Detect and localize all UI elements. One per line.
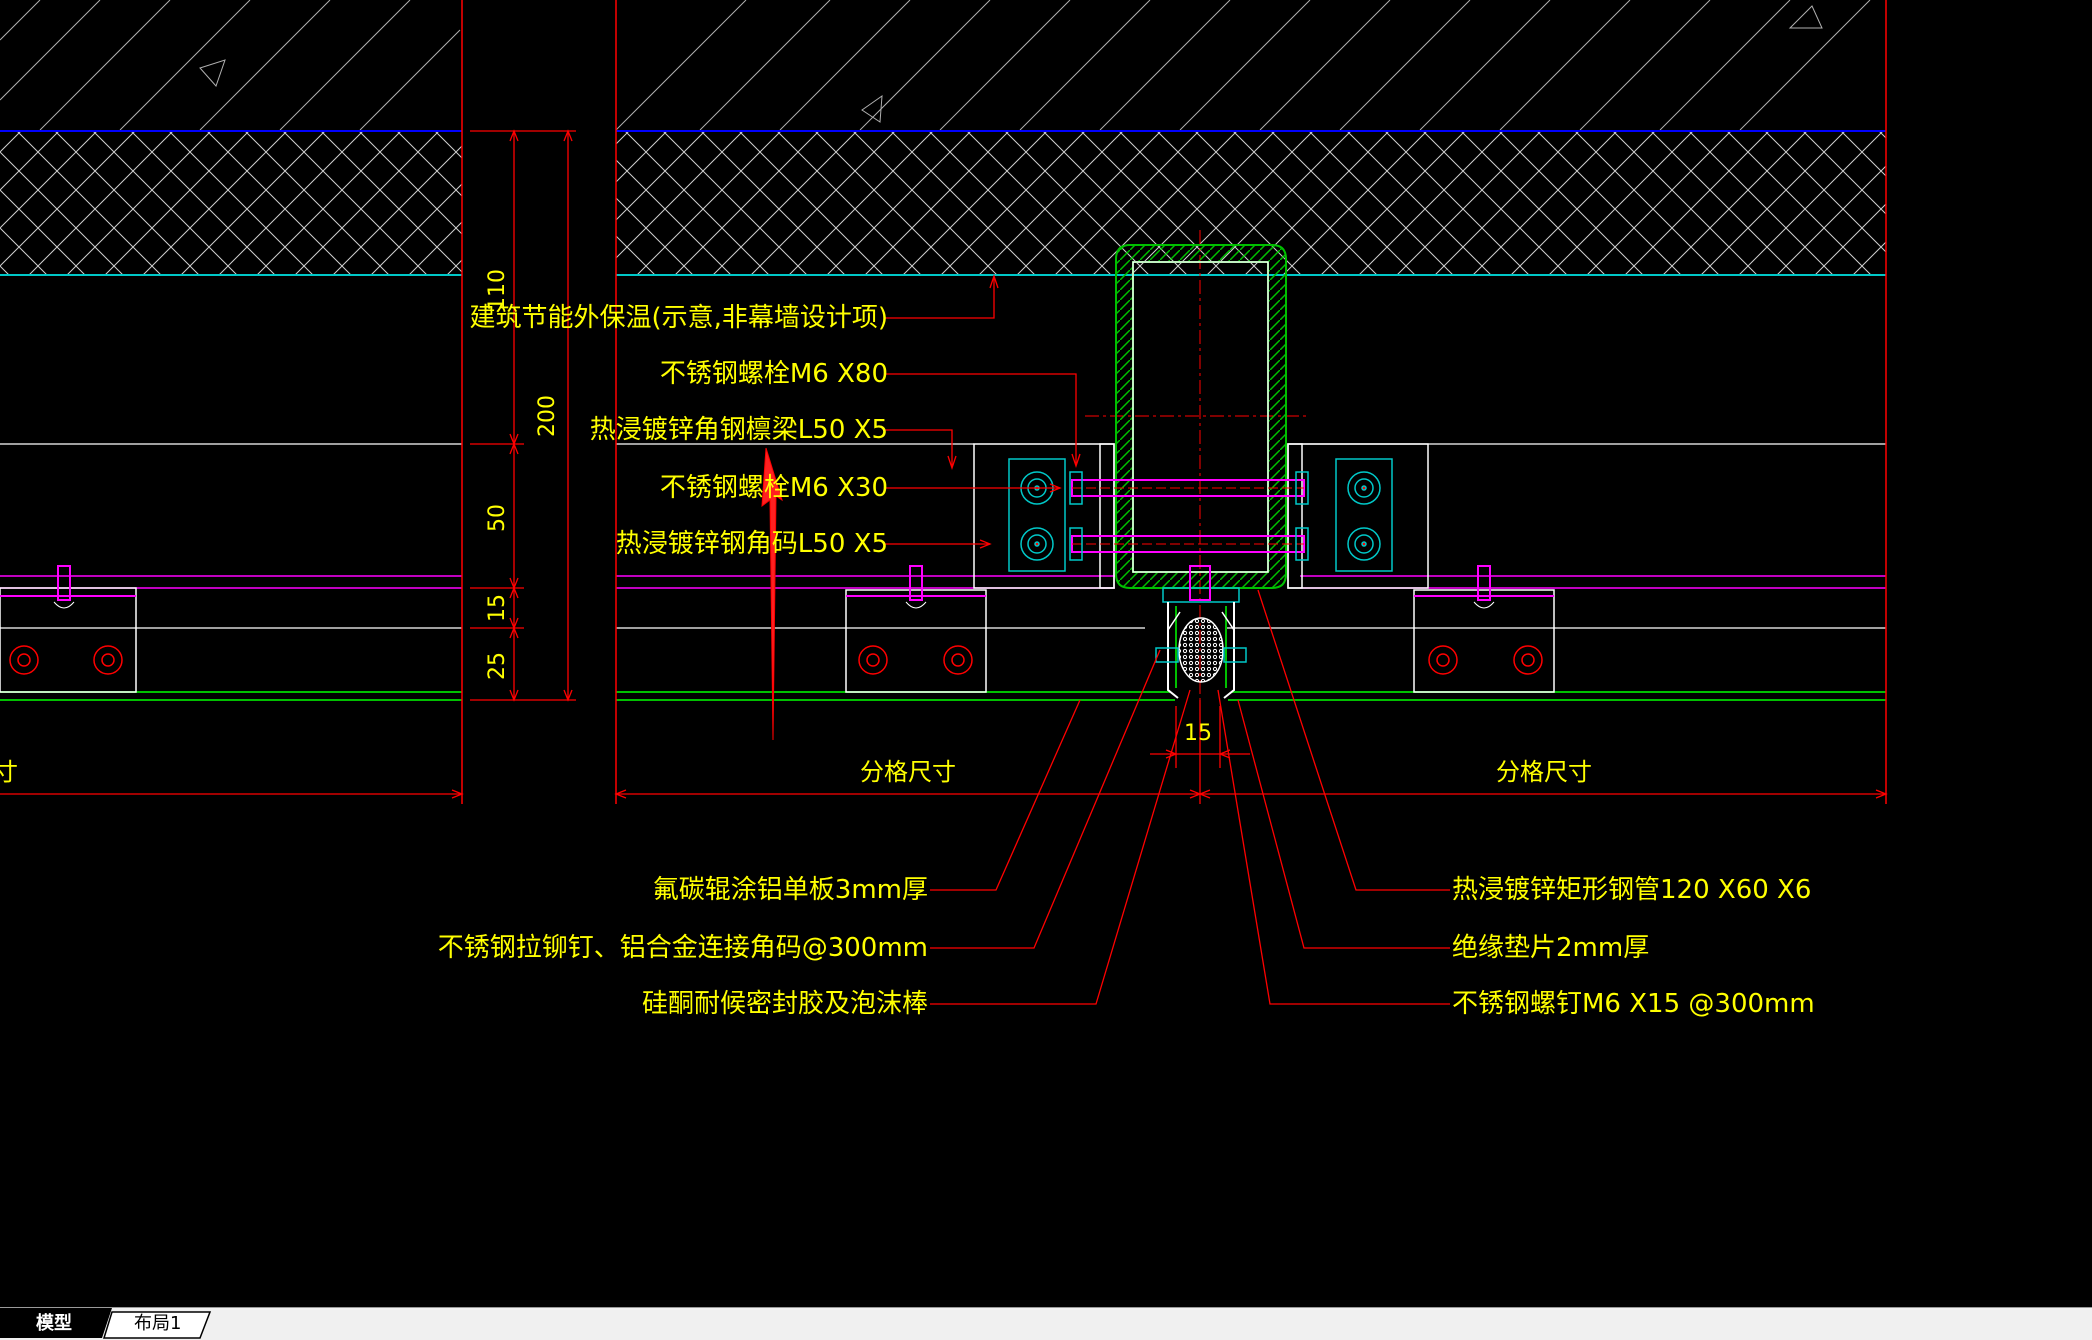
- dim-25: 25: [485, 652, 510, 680]
- label-sealant: 硅酮耐候密封胶及泡沫棒: [642, 989, 928, 1019]
- annotation-texts: 建筑节能外保温(示意,非幕墙设计项) 不锈钢螺栓M6 X80 热浸镀锌角钢檩梁L…: [0, 269, 1815, 1019]
- dim-grid-right: 分格尺寸: [1496, 758, 1592, 786]
- dim-15: 15: [485, 594, 510, 622]
- label-rivet: 不锈钢拉铆钉、铝合金连接角码@300mm: [438, 933, 928, 963]
- label-screw: 不锈钢螺钉M6 X15 @300mm: [1452, 989, 1815, 1019]
- label-bolt-m6x30: 不锈钢螺栓M6 X30: [660, 473, 888, 503]
- label-bolt-m6x80: 不锈钢螺栓M6 X80: [660, 359, 888, 389]
- grid-dimension: [0, 700, 1888, 804]
- tab-layout1[interactable]: 布局1: [134, 1313, 181, 1335]
- insulation-band-left: [0, 132, 462, 274]
- aluminum-panel-lines: [0, 691, 1886, 701]
- dim-grid-far-left: 寸: [0, 758, 18, 786]
- dim-grid-left: 分格尺寸: [860, 758, 956, 786]
- layout-tab-bar: 模型 布局1: [0, 1307, 2092, 1340]
- label-angle-code: 热浸镀锌钢角码L50 X5: [616, 529, 888, 559]
- label-gasket: 绝缘垫片2mm厚: [1452, 933, 1649, 963]
- cad-drawing-canvas[interactable]: 建筑节能外保温(示意,非幕墙设计项) 不锈钢螺栓M6 X80 热浸镀锌角钢檩梁L…: [0, 0, 2092, 1307]
- tab-model[interactable]: 模型: [36, 1313, 72, 1335]
- dim-110: 110: [485, 269, 510, 311]
- dim-200: 200: [535, 395, 560, 437]
- extension-lines: [461, 0, 1887, 804]
- construction-lines: [0, 443, 1886, 629]
- concrete-wall-hatch: [0, 0, 1871, 131]
- panel-clips: [0, 565, 1555, 693]
- label-insulation: 建筑节能外保温(示意,非幕墙设计项): [469, 303, 888, 333]
- label-tube: 热浸镀锌矩形钢管120 X60 X6: [1452, 875, 1811, 905]
- dim-50: 50: [485, 504, 510, 532]
- label-panel: 氟碳辊涂铝单板3mm厚: [653, 875, 928, 905]
- purlin-lines: [0, 575, 1886, 589]
- dim-joint-15: 15: [1184, 721, 1212, 746]
- label-purlin: 热浸镀锌角钢檩梁L50 X5: [590, 415, 888, 445]
